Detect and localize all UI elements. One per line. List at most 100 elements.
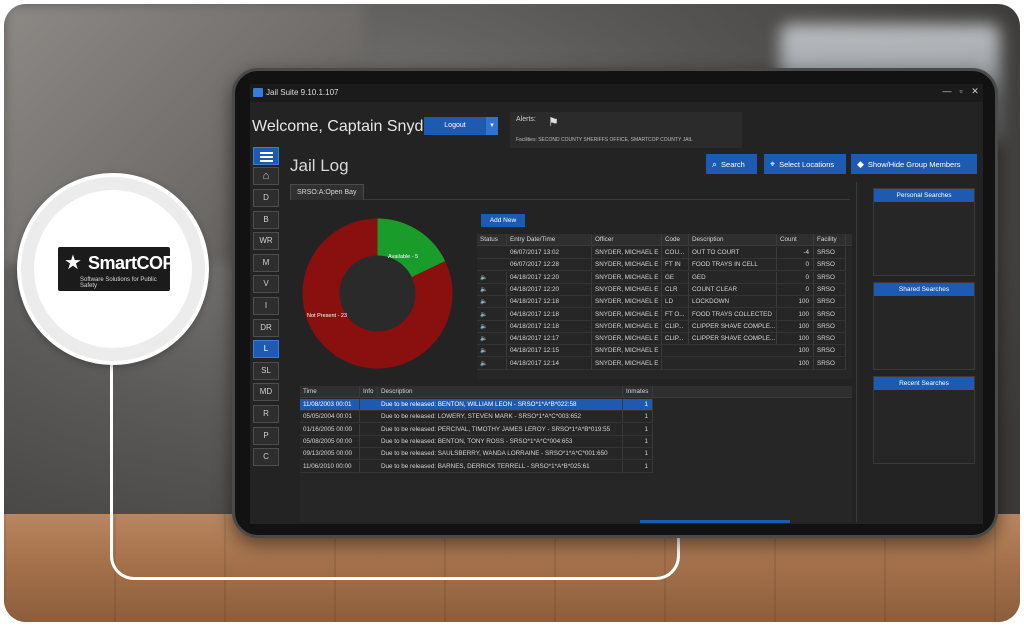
log-row[interactable]: 🔈 04/18/2017 12:17 SNYDER, MICHAEL E CLIP..… [477,333,846,346]
table-cell: 1 [623,423,653,436]
home-icon: ⌂ [262,170,270,182]
release-row[interactable]: 05/05/2004 00:01 Due to be released: LOWE… [300,411,653,424]
column-header-info[interactable]: Info [360,386,378,398]
table-cell: FOOD TRAYS COLLECTED [689,308,777,321]
table-cell: 100 [777,296,814,309]
column-header-inmates[interactable]: Inmates [623,386,653,398]
tab-open-bay[interactable]: SRSO:A:Open Bay [290,184,364,200]
table-cell: 0 [777,259,814,272]
log-row[interactable]: 🔈 04/18/2017 12:18 SNYDER, MICHAEL E LD LOCK… [477,296,846,309]
personal-searches-header[interactable]: Personal Searches [874,189,974,202]
table-cell: 100 [777,333,814,346]
release-row[interactable]: 09/13/2005 00:00 Due to be released: SAUL… [300,448,653,461]
log-row[interactable]: 06/07/2017 12:28 SNYDER, MICHAEL E FT IN FO… [477,259,846,272]
app-icon [253,88,263,97]
maximize-icon[interactable]: ▫ [955,86,967,96]
nav-item-d[interactable]: D [253,189,279,207]
tag-icon: ◆ [857,159,864,169]
panel-divider[interactable] [856,182,857,522]
personal-searches-panel: Personal Searches [873,188,975,276]
add-new-button[interactable]: Add New [481,214,525,227]
table-cell: SRSO [814,271,846,284]
minimize-icon[interactable]: — [941,86,953,96]
column-header-facility[interactable]: Facility [814,234,846,246]
release-row[interactable]: 05/08/2005 00:00 Due to be released: BENT… [300,435,653,448]
table-cell: 04/18/2017 12:20 [507,283,592,296]
column-header-code[interactable]: Code [662,234,689,246]
nav-item-v[interactable]: V [253,275,279,294]
log-row[interactable]: 06/07/2017 13:02 SNYDER, MICHAEL E COU... O… [477,247,846,259]
table-cell: SRSO [814,283,846,296]
nav-item-b[interactable]: B [253,210,279,229]
nav-item-c[interactable]: C [253,448,279,467]
table-cell: SNYDER, MICHAEL E [592,247,662,259]
release-row[interactable]: 11/06/2010 00:00 Due to be released: BARN… [300,460,653,473]
table-cell: 09/13/2005 00:00 [300,448,360,461]
table-cell: 01/16/2005 00:00 [300,423,360,436]
audio-icon: 🔈 [477,320,507,333]
logout-dropdown-icon[interactable]: ▾ [486,117,498,135]
log-row[interactable]: 🔈 04/18/2017 12:14 SNYDER, MICHAEL E 100 SRS… [477,357,846,370]
nav-item-r[interactable]: R [253,405,279,423]
audio-icon: 🔈 [477,345,507,358]
select-locations-label: Select Locations [779,160,835,169]
table-cell: 04/18/2017 12:20 [507,271,592,284]
table-cell: Due to be released: BENTON, TONY ROSS - … [378,435,623,448]
nav-item-l[interactable]: L [253,340,279,359]
log-row[interactable]: 🔈 04/18/2017 12:20 SNYDER, MICHAEL E CLR COU… [477,283,846,296]
log-row[interactable]: 🔈 04/18/2017 12:18 SNYDER, MICHAEL E FT O..… [477,308,846,321]
column-header-time[interactable]: Time [300,386,360,398]
select-locations-button[interactable]: ⌖ Select Locations [764,154,846,174]
hamburger-menu-icon[interactable] [253,147,279,165]
group-members-label: Show/Hide Group Members [867,160,961,169]
shared-searches-panel: Shared Searches [873,282,975,370]
nav-item-p[interactable]: P [253,426,279,445]
table-cell: Due to be released: BARNES, DERRICK TERR… [378,460,623,473]
nav-item-wr[interactable]: WR [253,232,279,251]
recent-searches-header[interactable]: Recent Searches [874,377,974,390]
release-row[interactable]: 01/16/2005 00:00 Due to be released: PERC… [300,423,653,436]
table-cell: SNYDER, MICHAEL E [592,259,662,272]
table-cell: SNYDER, MICHAEL E [592,296,662,309]
column-header-count[interactable]: Count [777,234,814,246]
search-button-label: Search [721,160,745,169]
table-cell: 100 [777,308,814,321]
release-row[interactable]: 11/08/2003 00:01 Due to be released: BENT… [300,399,653,411]
table-cell: 05/08/2005 00:00 [300,435,360,448]
horizontal-scrollbar[interactable] [640,520,790,523]
table-cell: GED [689,271,777,284]
shared-searches-header[interactable]: Shared Searches [874,283,974,296]
audio-icon: 🔈 [477,283,507,296]
column-header-description[interactable]: Description [378,386,623,398]
group-members-button[interactable]: ◆ Show/Hide Group Members [851,154,977,174]
tablet-device: Jail Suite 9.10.1.107 — ▫ ✕ Welcome, Cap… [232,68,998,538]
nav-item-sl[interactable]: SL [253,361,279,380]
location-pin-icon: ⌖ [770,159,776,169]
logout-button[interactable]: Logout [424,117,486,135]
table-cell: FOOD TRAYS IN CELL [689,259,777,272]
smartcop-logo: ★ SmartCOP Software Solutions for Public… [58,247,175,291]
nav-item-i[interactable]: I [253,297,279,315]
log-row[interactable]: 🔈 04/18/2017 12:20 SNYDER, MICHAEL E GE GED 0… [477,271,846,284]
table-cell: CLIPPER SHAVE COMPLE... [689,320,777,333]
nav-item-dr[interactable]: DR [253,318,279,337]
column-header-officer[interactable]: Officer [592,234,662,246]
column-header-description[interactable]: Description [689,234,777,246]
column-header-entry-date-time[interactable]: Entry Date/Time [507,234,592,246]
log-row[interactable]: 🔈 04/18/2017 12:18 SNYDER, MICHAEL E CLIP..… [477,320,846,333]
audio-icon: 🔈 [477,308,507,321]
close-icon[interactable]: ✕ [969,86,981,97]
column-header-status[interactable]: Status [477,234,507,246]
nav-home[interactable]: ⌂ [253,167,279,185]
table-cell: 04/18/2017 12:18 [507,320,592,333]
table-cell: 04/18/2017 12:18 [507,308,592,321]
table-cell: FT IN [662,259,689,272]
table-cell: SNYDER, MICHAEL E [592,333,662,346]
alert-badge-icon[interactable]: ⚑ [548,115,559,129]
search-button[interactable]: ⌕ Search [706,154,757,174]
nav-item-md[interactable]: MD [253,383,279,402]
table-cell: CLIPPER SHAVE COMPLE... [689,333,777,346]
log-row[interactable]: 🔈 04/18/2017 12:15 SNYDER, MICHAEL E 100 SRS… [477,345,846,358]
table-cell: LD [662,296,689,309]
nav-item-m[interactable]: M [253,253,279,272]
